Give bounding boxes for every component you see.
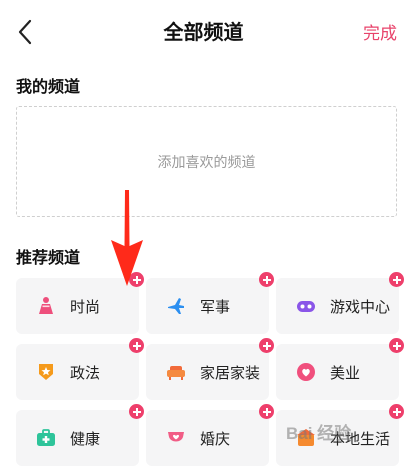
channel-label: 家居家装 xyxy=(200,364,261,382)
add-channel-button[interactable] xyxy=(259,404,274,419)
channel-label: 婚庆 xyxy=(200,430,231,448)
badge-icon xyxy=(39,364,53,380)
game-controller-icon xyxy=(297,301,315,312)
channel-label: 游戏中心 xyxy=(330,298,391,316)
channel-label: 健康 xyxy=(70,430,101,448)
channel-label: 政法 xyxy=(70,364,101,382)
jet-icon xyxy=(168,298,184,314)
wedding-icon xyxy=(168,432,184,442)
my-channels-title: 我的频道 xyxy=(16,77,81,96)
add-channel-button[interactable] xyxy=(259,272,274,287)
channel-tile-wedding[interactable]: 婚庆 xyxy=(146,404,274,466)
done-button[interactable]: 完成 xyxy=(363,19,397,44)
annotation-arrow-icon xyxy=(111,190,143,286)
channel-tile-politics-law[interactable]: 政法 xyxy=(16,338,144,400)
add-channel-button[interactable] xyxy=(129,338,144,353)
channel-label: 军事 xyxy=(200,298,231,316)
my-channels-empty-hint: 添加喜欢的频道 xyxy=(157,154,256,171)
top-bar: 全部频道 完成 xyxy=(0,0,407,62)
add-channel-button[interactable] xyxy=(129,404,144,419)
recommended-channels-title: 推荐频道 xyxy=(16,248,81,267)
channel-tile-health[interactable]: 健康 xyxy=(16,404,144,466)
channel-tile-beauty[interactable]: 美业 xyxy=(276,338,404,400)
page-title: 全部频道 xyxy=(163,20,244,44)
dress-icon xyxy=(39,297,53,314)
add-channel-button[interactable] xyxy=(389,338,404,353)
sofa-icon xyxy=(167,366,185,380)
channel-tile-home-decor[interactable]: 家居家装 xyxy=(146,338,274,400)
channel-tile-military[interactable]: 军事 xyxy=(146,272,274,334)
watermark: Bai 经验 xyxy=(286,424,352,443)
channel-tile-fashion[interactable]: 时尚 xyxy=(16,272,144,334)
add-channel-button[interactable] xyxy=(389,404,404,419)
channel-label: 美业 xyxy=(330,364,361,382)
channel-label: 时尚 xyxy=(70,298,101,316)
add-channel-button[interactable] xyxy=(259,338,274,353)
first-aid-kit-icon xyxy=(37,429,55,446)
beauty-icon xyxy=(297,363,315,381)
my-channels-drop-area[interactable]: 添加喜欢的频道 xyxy=(16,106,397,217)
channel-tile-game-center[interactable]: 游戏中心 xyxy=(276,272,404,334)
add-channel-button[interactable] xyxy=(389,272,404,287)
